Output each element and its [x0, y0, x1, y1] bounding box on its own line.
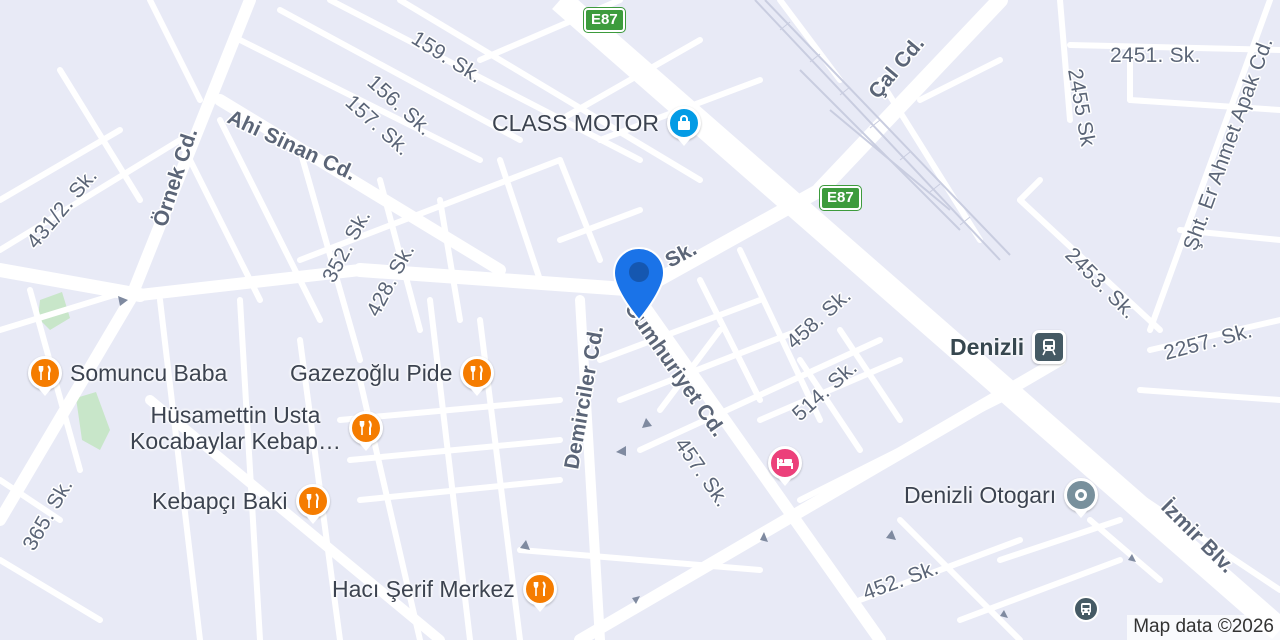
street-label: 2451. Sk.: [1110, 44, 1201, 67]
poi-label: Denizli Otogarı: [904, 482, 1057, 508]
highway-shield-e87: E87: [819, 185, 862, 211]
map-canvas[interactable]: 159. Sk. 156. Sk. 157. Sk. Ahi Sinan Cd.…: [0, 0, 1280, 640]
poi-kebapci-baki[interactable]: Kebapçı Baki: [152, 484, 330, 524]
fork-knife-icon: [460, 356, 495, 396]
location-dot-icon: [1064, 478, 1099, 518]
street-label: 2257. Sk.: [1161, 319, 1254, 365]
poi-somuncu-baba[interactable]: Somuncu Baba: [28, 356, 228, 396]
poi-denizli-station[interactable]: Denizli: [950, 330, 1067, 364]
poi-label: Somuncu Baba: [70, 360, 228, 386]
poi-haci-serif-merkez[interactable]: Hacı Şerif Merkez: [332, 572, 557, 612]
poi-husamettin-usta[interactable]: Hüsamettin Usta Kocabaylar Kebap…: [130, 402, 383, 454]
poi-label: Hacı Şerif Merkez: [332, 576, 515, 602]
poi-label: CLASS MOTOR: [492, 110, 659, 136]
park-area: [76, 392, 110, 450]
bus-icon[interactable]: [1073, 596, 1099, 622]
poi-class-motor[interactable]: CLASS MOTOR: [492, 106, 701, 146]
poi-hotel[interactable]: [768, 446, 802, 486]
bed-icon: [768, 446, 802, 486]
street-label: 2453. Sk.: [1060, 243, 1140, 323]
fork-knife-icon: [295, 484, 330, 524]
street-label: 452. Sk.: [860, 556, 942, 605]
street-label: Örnek Cd.: [149, 125, 202, 229]
map-pin-icon[interactable]: [612, 246, 666, 327]
poi-label: Kocabaylar Kebap…: [130, 428, 341, 454]
shopping-bag-icon: [667, 106, 701, 146]
street-label: 365. Sk.: [18, 475, 77, 555]
primary-roads: [0, 0, 1066, 640]
street-label: Demirciler Cd.: [560, 324, 608, 471]
fork-knife-icon: [28, 356, 62, 396]
street-label: 159. Sk.: [407, 27, 486, 88]
fork-knife-icon: [522, 572, 557, 612]
street-label: 457. Sk.: [670, 434, 734, 512]
poi-label: Gazezoğlu Pide: [290, 360, 453, 386]
highway-shield-e87: E87: [583, 7, 626, 33]
poi-gazezoglu-pide[interactable]: Gazezoğlu Pide: [290, 356, 495, 396]
poi-label: Hüsamettin Usta: [150, 402, 321, 428]
train-icon: [1032, 330, 1067, 364]
fork-knife-icon: [348, 411, 383, 451]
poi-label: Kebapçı Baki: [152, 488, 288, 514]
street-label: 458. Sk.: [782, 284, 856, 354]
street-label: Şht. Er Ahmet Apak Cd.: [1179, 34, 1278, 253]
map-attribution: Map data ©2026: [1127, 615, 1280, 640]
poi-denizli-otogari[interactable]: Denizli Otogarı: [904, 478, 1099, 518]
poi-label: Denizli: [950, 334, 1025, 360]
